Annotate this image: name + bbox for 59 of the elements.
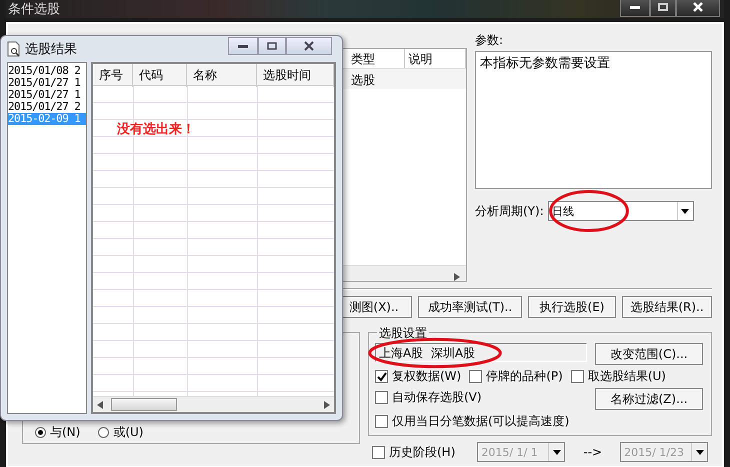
minimize-button[interactable]	[228, 37, 258, 55]
maximize-icon	[658, 3, 668, 11]
column-header[interactable]: 选股时间	[257, 64, 334, 87]
column-header[interactable]: 类型	[347, 49, 405, 68]
range-field: 上海A股 深圳A股	[375, 343, 587, 362]
action-button[interactable]: 成功率测试(T)..	[418, 296, 522, 318]
column-header[interactable]: 代码	[133, 64, 187, 87]
check-option[interactable]: 自动保存选股(V)	[375, 388, 587, 407]
checkbox[interactable]	[375, 391, 388, 404]
filter-button[interactable]: 名称过滤(Z)...	[595, 388, 703, 410]
minimize-button[interactable]	[620, 0, 650, 17]
column-header[interactable]: 说明	[404, 49, 466, 68]
close-button[interactable]	[286, 37, 332, 55]
check-option[interactable]: 复权数据(W)	[375, 367, 462, 386]
action-button[interactable]: 执行选股(E)	[528, 296, 616, 318]
check-option[interactable]: 停牌的品种(P)	[469, 367, 563, 386]
scrollbar[interactable]	[93, 396, 334, 412]
maximize-button[interactable]	[258, 37, 286, 55]
column-header[interactable]: 名称	[187, 64, 257, 87]
check-option[interactable]: 仅用当日分笔数据(可以提高速度)	[375, 412, 587, 431]
column-header[interactable]: 序号	[93, 64, 133, 87]
period-label: 分析周期(Y):	[475, 202, 544, 220]
run-item[interactable]: 2015/01/27 2	[8, 101, 86, 113]
close-button[interactable]	[676, 0, 720, 17]
run-item[interactable]: 2015/01/08 2	[8, 65, 86, 77]
range-arrow: -->	[583, 445, 602, 459]
run-item[interactable]: 2015/01/27 1	[8, 77, 86, 89]
checkbox[interactable]	[375, 370, 388, 383]
window-title: 条件选股	[7, 1, 60, 18]
radio-label: 或(U)	[113, 424, 144, 441]
maximize-button[interactable]	[650, 0, 676, 17]
range-button[interactable]: 改变范围(C)...	[595, 343, 703, 365]
maximize-icon	[267, 42, 277, 50]
result-window-title: 选股结果	[7, 40, 77, 58]
params-text: 本指标无参数需要设置	[475, 51, 712, 189]
dropdown-arrow-icon	[552, 450, 561, 454]
checkbox[interactable]	[375, 415, 388, 428]
close-icon	[693, 2, 703, 12]
scroll-right-icon[interactable]	[324, 400, 330, 408]
period-dropdown[interactable]: 日线	[548, 201, 694, 221]
dropdown-arrow-icon	[696, 450, 704, 454]
params-label: 参数:	[475, 32, 504, 49]
close-icon	[304, 41, 314, 51]
check-option[interactable]: 取选股结果(U)	[570, 367, 666, 386]
scroll-left-icon[interactable]	[97, 400, 103, 408]
radio-button[interactable]	[35, 427, 46, 438]
action-button[interactable]: 选股结果(R)..	[622, 296, 712, 318]
minimize-icon	[630, 6, 640, 8]
checkbox[interactable]	[469, 370, 482, 383]
group-title: 选股设置	[377, 325, 429, 342]
radio-label: 与(N)	[50, 424, 80, 441]
scroll-right-icon[interactable]	[454, 273, 460, 281]
dropdown-arrow-icon	[681, 208, 690, 214]
radio-button[interactable]	[98, 427, 110, 438]
document-search-icon	[7, 41, 21, 57]
empty-message: 没有选出来！	[117, 121, 195, 138]
run-item[interactable]: 2015/01/27 1	[8, 89, 86, 101]
minimize-icon	[238, 44, 248, 48]
checkbox[interactable]	[570, 370, 584, 383]
